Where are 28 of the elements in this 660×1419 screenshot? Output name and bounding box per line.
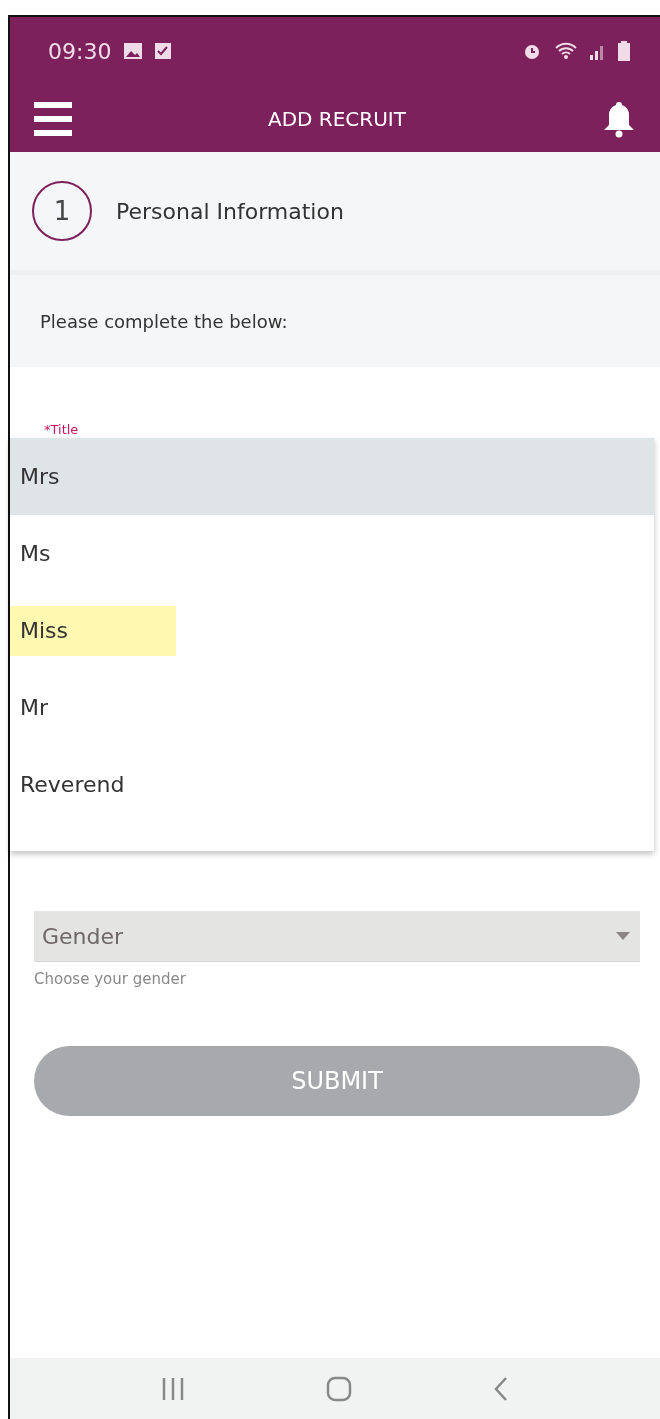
gender-select[interactable]: Gender [34, 911, 640, 962]
back-icon[interactable] [493, 1375, 510, 1402]
home-icon[interactable] [326, 1375, 352, 1402]
menu-item-row[interactable]: Mrs [10, 438, 654, 515]
battery-icon [618, 41, 630, 61]
menu-item[interactable]: Reverend [10, 759, 137, 810]
helper-text: Choose your gender [34, 970, 186, 988]
caret-icon [616, 932, 630, 940]
menu-item[interactable]: Mrs [10, 451, 72, 502]
bell-icon[interactable] [602, 99, 636, 138]
recent-apps-icon[interactable] [160, 1376, 185, 1401]
menu-item[interactable]: Mr [10, 682, 61, 733]
menu-item[interactable]: Ms [10, 528, 63, 579]
instruction-text: Please complete the below: [40, 310, 288, 332]
step-number: 1 [32, 181, 92, 241]
menu-item-row[interactable]: Reverend [10, 746, 654, 823]
field-label: *Title [44, 422, 79, 438]
wifi-icon [554, 42, 578, 60]
menu-icon[interactable] [34, 101, 72, 136]
menu-item-row[interactable]: Miss [10, 592, 654, 669]
checkbox-icon [155, 43, 172, 59]
menu-item[interactable]: Miss [10, 605, 177, 656]
step-title: Personal Information [116, 198, 344, 224]
menu-item-row[interactable]: Mr [10, 669, 654, 746]
status-time: 09:30 [48, 38, 112, 64]
menu-item-row[interactable]: Ms [10, 515, 654, 592]
page-title: ADD RECRUIT [268, 106, 406, 131]
image-icon [123, 42, 144, 60]
